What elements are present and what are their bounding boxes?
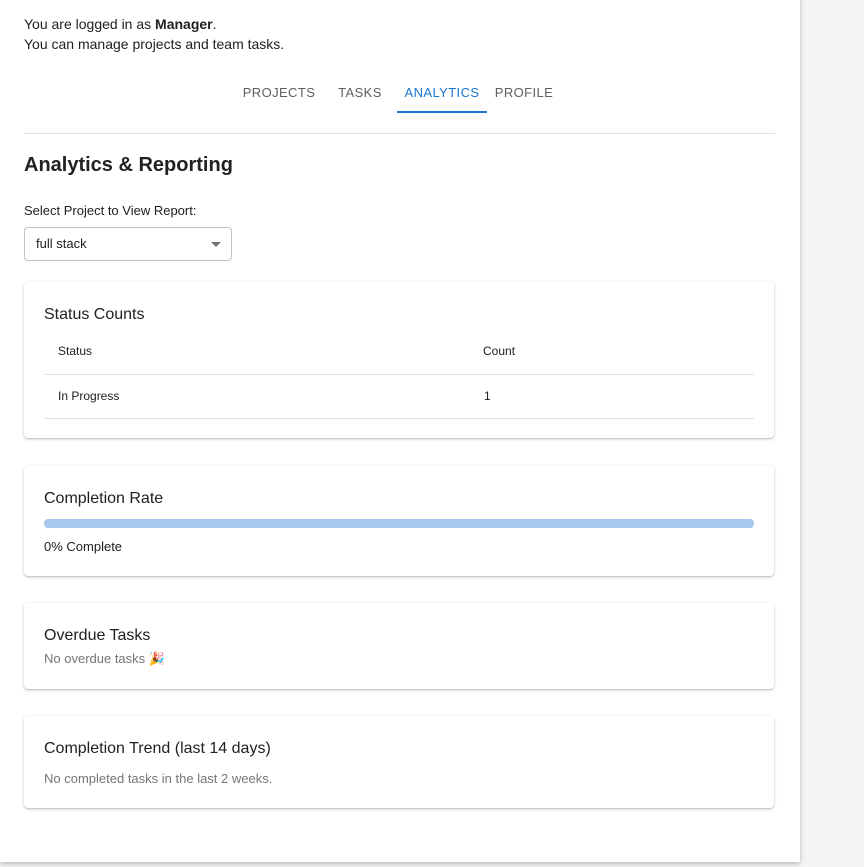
status-counts-title: Status Counts <box>44 306 145 323</box>
overdue-tasks-title: Overdue Tasks <box>44 627 151 644</box>
project-select[interactable]: full stack <box>24 227 232 261</box>
table-divider <box>44 418 754 419</box>
user-info: You are logged in as Manager. You can ma… <box>24 14 284 54</box>
tab-tasks[interactable]: TASKS <box>326 72 394 112</box>
status-counts-card: Status Counts Status Count In Progress 1 <box>24 282 774 438</box>
overdue-tasks-card: Overdue Tasks No overdue tasks 🎉 <box>24 603 774 689</box>
table-header-count: Count <box>483 344 516 358</box>
divider <box>24 133 775 134</box>
completion-percent-label: 0% Complete <box>44 539 123 554</box>
logged-in-text: You are logged in as Manager. <box>24 16 217 32</box>
completion-rate-card: Completion Rate 0% Complete <box>24 466 774 576</box>
completion-trend-title: Completion Trend (last 14 days) <box>44 740 271 757</box>
table-divider <box>44 374 754 375</box>
table-cell-status: In Progress <box>58 389 120 403</box>
tab-profile[interactable]: PROFILE <box>490 72 558 112</box>
completion-rate-title: Completion Rate <box>44 490 164 507</box>
table-cell-count: 1 <box>484 389 491 403</box>
page-title: Analytics & Reporting <box>24 154 233 176</box>
tab-bar: PROJECTS TASKS ANALYTICS PROFILE <box>0 72 800 114</box>
overdue-tasks-message: No overdue tasks 🎉 <box>44 651 165 666</box>
manage-text: You can manage projects and team tasks. <box>24 36 285 52</box>
active-tab-indicator <box>397 111 487 113</box>
completion-trend-message: No completed tasks in the last 2 weeks. <box>44 771 273 786</box>
tab-projects[interactable]: PROJECTS <box>236 72 322 112</box>
completion-trend-card: Completion Trend (last 14 days) No compl… <box>24 716 774 808</box>
chevron-down-icon <box>211 242 221 247</box>
table-header-status: Status <box>58 344 93 358</box>
project-select-label: Select Project to View Report: <box>24 203 197 218</box>
role-name: Manager <box>155 16 213 32</box>
tab-analytics[interactable]: ANALYTICS <box>397 72 487 112</box>
completion-progress-bar <box>44 519 754 528</box>
project-select-value: full stack <box>36 236 87 251</box>
